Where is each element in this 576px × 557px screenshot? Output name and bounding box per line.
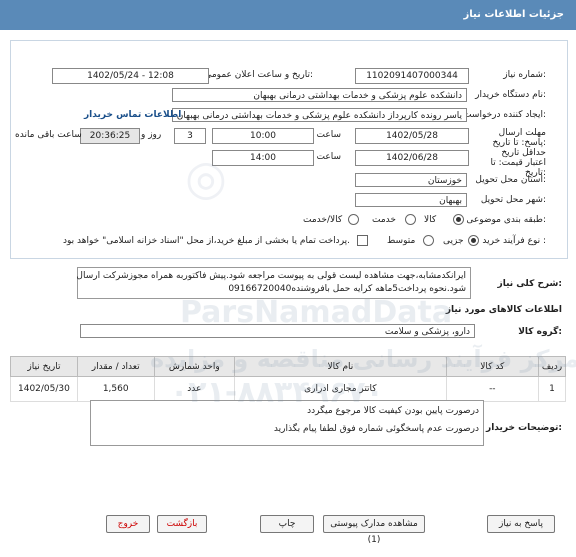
deadline-time-label: ساعت	[316, 130, 342, 140]
col-code: کد کالا	[445, 356, 540, 377]
city-field: بهبهان	[355, 193, 467, 207]
process-radio-minor[interactable]	[468, 235, 479, 246]
creator-label: ایجاد کننده درخواست:	[463, 110, 546, 120]
col-row: ردیف	[538, 356, 566, 377]
category-option-goods-service: کالا/خدمت	[303, 215, 343, 225]
cell-need-date: 1402/05/30	[10, 376, 78, 402]
print-button[interactable]: چاپ	[260, 515, 314, 533]
buyer-notes-line-2: درصورت عدم پاسخگوئی شماره فوق لطفا پیام …	[273, 424, 479, 434]
page-title: جزئیات اطلاعات نیاز	[463, 9, 564, 20]
process-label: نوع فرآیند خرید :	[482, 236, 546, 246]
province-label: استان محل تحویل:	[475, 175, 546, 185]
deadline-time-field: 10:00	[212, 128, 314, 144]
col-quantity: تعداد / مقدار	[76, 356, 155, 377]
buyer-notes-label: توضیحات خریدار:	[486, 423, 562, 433]
need-number-label: شماره نیاز:	[503, 70, 546, 80]
buyer-org-label: نام دستگاه خریدار:	[475, 90, 546, 100]
description-label: شرح کلی نیاز:	[497, 279, 562, 289]
creator-field: یاسر رونده کارپرداز دانشکده علوم پزشکی و…	[172, 108, 467, 122]
cell-name: کاتتر مجاری ادراری	[234, 376, 447, 402]
days-field: 3	[174, 128, 206, 144]
category-radio-service[interactable]	[405, 214, 416, 225]
need-number-field: 1102091407000344	[355, 68, 469, 84]
province-field: خوزستان	[355, 173, 467, 187]
validity-time-field: 14:00	[212, 150, 314, 166]
description-line-2: شود.نحوه پرداخت5ماهه کرایه حمل بافروشنده…	[228, 284, 466, 294]
deadline-label: مهلت ارسال پاسخ: تا تاریخ:	[492, 128, 546, 148]
remaining-time-field: 20:36:25	[80, 128, 140, 144]
announce-label: تاریخ و ساعت اعلان عمومی:	[204, 70, 313, 80]
treasury-checkbox[interactable]	[357, 235, 368, 246]
category-radio-goods[interactable]	[453, 214, 464, 225]
process-radio-medium[interactable]	[423, 235, 434, 246]
city-label: شهر محل تحویل:	[480, 195, 546, 205]
cell-quantity: 1,560	[76, 376, 155, 402]
page-header: جزئیات اطلاعات نیاز	[0, 0, 576, 30]
goods-group-label: گروه کالا:	[518, 327, 562, 337]
cell-row: 1	[538, 376, 566, 402]
announce-field: 1402/05/24 - 12:08	[52, 68, 209, 84]
category-label: طبقه بندی موضوعی:	[466, 215, 546, 225]
deadline-date-field: 1402/05/28	[355, 128, 469, 144]
category-option-service: خدمت	[372, 215, 396, 225]
description-line-1: ایرانکدمشابه،جهت مشاهده لیست قولی به پیو…	[76, 271, 466, 281]
col-need-date: تاریخ نیاز	[10, 356, 78, 377]
buyer-org-field: دانشکده علوم پزشکی و خدمات بهداشتی درمان…	[172, 88, 467, 102]
validity-date-field: 1402/06/28	[355, 150, 469, 166]
cell-code: --	[445, 376, 540, 402]
attachments-button[interactable]: مشاهده مدارک پیوستی (1)	[323, 515, 425, 545]
col-unit: واحد شمارش	[153, 356, 236, 377]
table-row: 1402/05/30 1,560 عدد کاتتر مجاری ادراری …	[10, 376, 566, 402]
buyer-notes-line-1: درصورت پایین بودن کیفیت کالا مرجوع میگرد…	[307, 406, 479, 416]
validity-time-label: ساعت	[316, 152, 342, 162]
cell-unit: عدد	[153, 376, 236, 402]
col-name: نام کالا	[234, 356, 447, 377]
goods-table-header: تاریخ نیاز تعداد / مقدار واحد شمارش نام …	[10, 356, 566, 377]
description-box: ایرانکدمشابه،جهت مشاهده لیست قولی به پیو…	[76, 267, 471, 299]
days-label: روز و	[141, 130, 162, 140]
remaining-label: ساعت باقی مانده	[15, 130, 82, 140]
back-button[interactable]: بازگشت	[157, 515, 207, 533]
validity-label: حداقل تاریخ اعتبار قیمت: تا تاریخ:	[490, 148, 546, 178]
process-option-minor: جزیی	[443, 236, 464, 246]
goods-table: تاریخ نیاز تعداد / مقدار واحد شمارش نام …	[10, 356, 566, 402]
goods-group-field: دارو، پزشکی و سلامت	[80, 324, 475, 338]
process-option-medium: متوسط	[387, 236, 416, 246]
category-option-goods: کالا	[424, 215, 437, 225]
exit-button[interactable]: خروج	[106, 515, 150, 533]
reply-button[interactable]: پاسخ به نیاز	[487, 515, 555, 533]
buyer-notes-box: درصورت پایین بودن کیفیت کالا مرجوع میگرد…	[90, 400, 484, 446]
goods-section-title: اطلاعات کالاهای مورد نیاز	[445, 305, 562, 315]
payment-note: پرداخت تمام یا بخشی از مبلغ خرید،از محل …	[63, 236, 351, 246]
contact-buyer-link[interactable]: اطلاعات تماس خریدار	[84, 110, 181, 120]
category-radio-goods-service[interactable]	[348, 214, 359, 225]
